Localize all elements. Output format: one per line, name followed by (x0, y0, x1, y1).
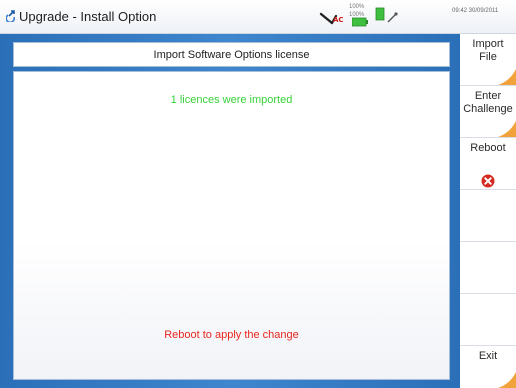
softkey-empty-5[interactable] (460, 242, 516, 294)
softkey-panel: Import File Enter Challenge Reboot Exit (460, 34, 516, 388)
import-file-label-line1: Import (472, 38, 504, 50)
import-file-button[interactable]: Import File (460, 34, 516, 86)
corner-tab-icon (498, 69, 516, 85)
corner-tab-icon (498, 372, 516, 388)
exit-label: Exit (478, 350, 498, 362)
status-indicators: AC 100% 100% (318, 4, 406, 30)
softkey-empty-4[interactable] (460, 190, 516, 242)
svg-text:AC: AC (333, 16, 344, 24)
exit-button[interactable]: Exit (460, 336, 516, 388)
enter-challenge-button[interactable]: Enter Challenge (460, 86, 516, 138)
enter-challenge-label-line1: Enter (474, 90, 502, 102)
clock: 09:42 30/09/2011 (452, 8, 499, 14)
title-bar: Upgrade - Install Option AC 100% 100% 09… (0, 0, 516, 34)
reboot-message: Reboot to apply the change (164, 329, 299, 341)
battery-icon (352, 7, 398, 27)
success-message: 1 licences were imported (170, 94, 293, 106)
message-area: 1 licences were imported Reboot to apply… (13, 71, 450, 380)
reboot-button[interactable]: Reboot (460, 138, 516, 190)
window-title: Upgrade - Install Option (19, 9, 157, 24)
corner-tab-icon (498, 121, 516, 137)
main-panel: Import Software Options license 1 licenc… (0, 34, 460, 388)
reboot-label: Reboot (470, 142, 506, 154)
dialog-header: Import Software Options license (13, 42, 450, 67)
enter-challenge-label-line2: Challenge (463, 103, 513, 115)
network-cable-icon: AC (319, 12, 344, 25)
upgrade-icon (6, 10, 16, 22)
close-icon (481, 174, 495, 188)
dialog-title: Import Software Options license (153, 49, 310, 61)
import-file-label-line2: File (479, 51, 497, 63)
